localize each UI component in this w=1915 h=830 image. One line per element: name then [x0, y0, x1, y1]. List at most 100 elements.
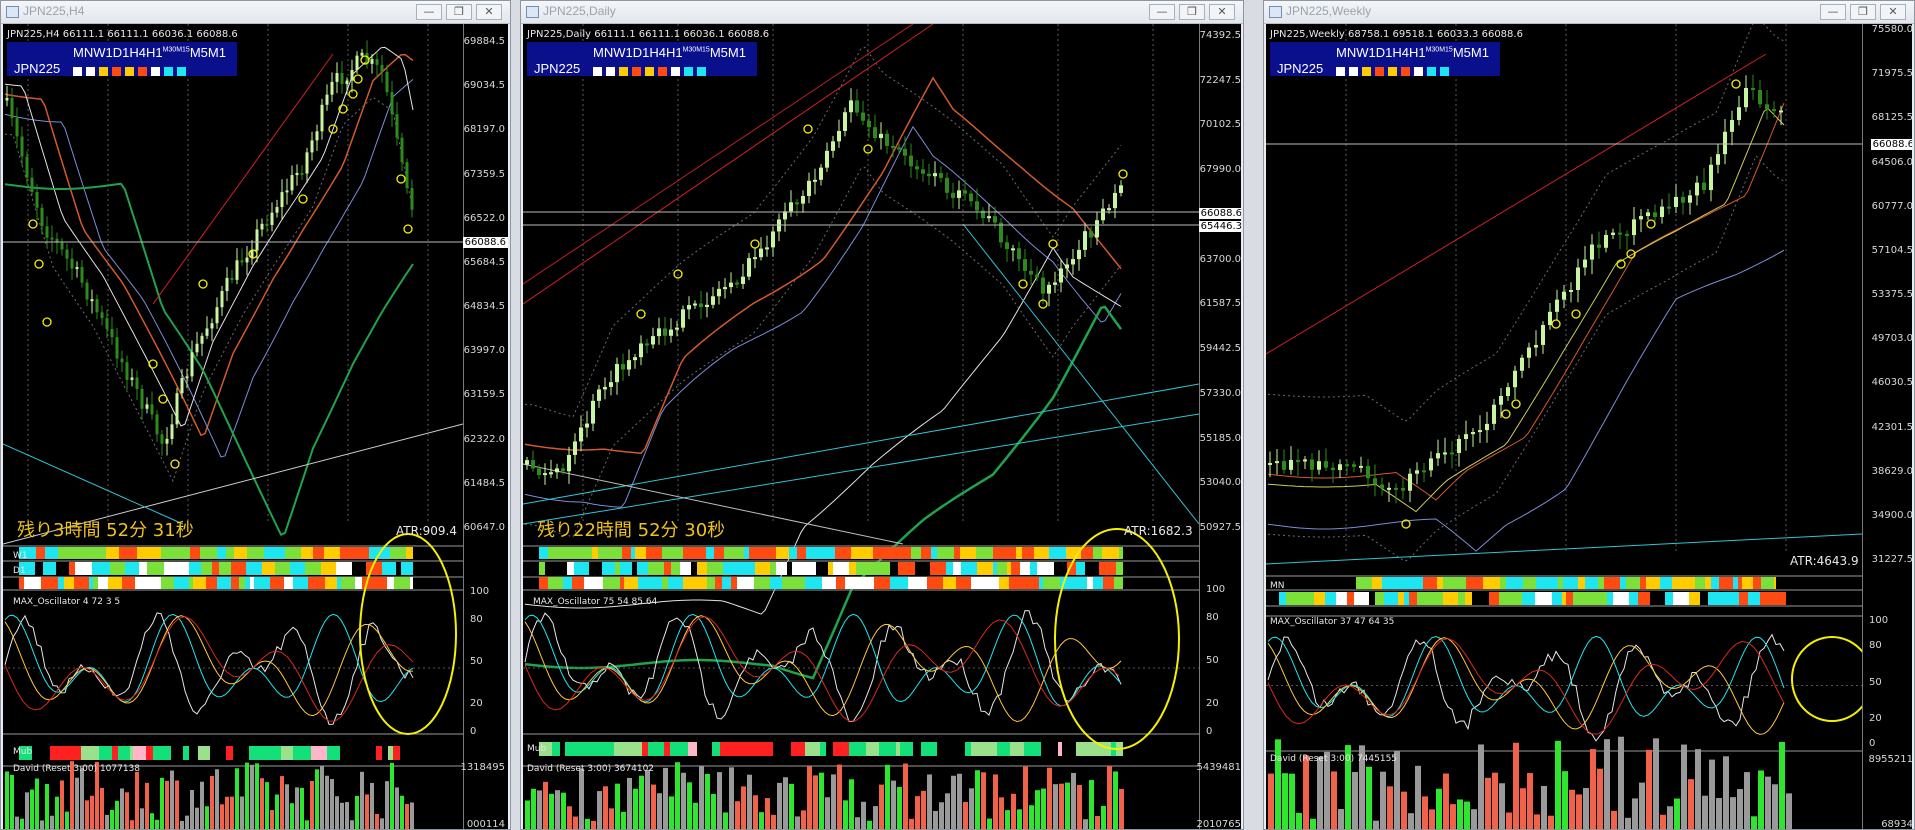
mub-strip-cell — [773, 742, 778, 756]
instrument-name: JPN225 — [14, 61, 61, 76]
candle-body — [1331, 467, 1335, 470]
candle-body — [1681, 196, 1685, 203]
candle-body — [210, 323, 214, 329]
candle-body — [130, 377, 134, 380]
volume-bar — [771, 814, 776, 829]
volume-bar — [1053, 784, 1058, 829]
candle-body — [390, 92, 394, 115]
price-plot[interactable] — [1266, 24, 1862, 829]
volume-bar — [1373, 820, 1379, 829]
minimize-button[interactable]: — — [1149, 4, 1175, 20]
trend-strip-cell — [1099, 562, 1116, 575]
trend-strip-cell — [691, 562, 697, 575]
volume-bar — [765, 798, 770, 829]
signal-marker — [1118, 169, 1128, 179]
trend-strip-cell — [341, 577, 355, 589]
trend-strip-cell — [212, 562, 219, 575]
trend-strip-cell — [1325, 592, 1336, 605]
timeframe-dot — [99, 67, 108, 76]
trend-strip-cell — [43, 562, 47, 575]
close-button[interactable]: ✕ — [476, 4, 502, 20]
trend-strip-cell — [35, 562, 43, 575]
maximize-button[interactable]: ❐ — [446, 4, 472, 20]
candle-body — [1471, 432, 1475, 435]
candle-body — [609, 382, 613, 387]
chart-window-daily[interactable]: JPN225,Daily — ❐ ✕ 74392.5 72247.5 70102.5… — [520, 0, 1244, 830]
trend-strip-cell — [620, 577, 624, 589]
minimize-button[interactable]: — — [1820, 4, 1846, 20]
chart-window-h4[interactable]: JPN225,H4 — ❐ ✕ 69884.5 69034.5 68197.0 673… — [0, 0, 511, 830]
volume-bar — [250, 764, 254, 829]
volume-bar — [1737, 789, 1743, 829]
maximize-button[interactable]: ❐ — [1179, 4, 1205, 20]
mub-strip-cell — [112, 746, 118, 760]
minimize-button[interactable]: — — [416, 4, 442, 20]
candle-body — [1450, 452, 1454, 455]
mub-label: Mub — [13, 747, 33, 757]
volume-bar — [1005, 810, 1010, 829]
price-tick-label: 60647.0 — [463, 522, 505, 533]
strip-label-mn: MN — [1270, 581, 1285, 591]
titlebar[interactable]: JPN225,Weekly — ❐ ✕ — [1264, 1, 1914, 24]
price-tick-label: 57330.0 — [1199, 387, 1241, 399]
trend-strip-cell — [362, 577, 377, 589]
mub-strip-cell — [198, 746, 210, 760]
volume-bar — [1029, 805, 1034, 829]
signal-marker — [803, 124, 813, 134]
candle-body — [140, 388, 144, 409]
instrument-name: JPN225 — [1277, 61, 1324, 76]
trend-strip-cell — [737, 577, 754, 589]
candle-body — [723, 287, 727, 290]
trend-strip-cell — [993, 547, 1009, 559]
timeframe-box: MNW1D1H4H1M30M15M5M1 JPN225 — [7, 42, 237, 76]
mub-strip-cell — [614, 742, 632, 756]
volume-bar — [285, 784, 289, 829]
maximize-button[interactable]: ❐ — [1850, 4, 1876, 20]
candle-body — [145, 404, 149, 409]
volume-bar — [85, 800, 89, 829]
trend-strip-cell — [849, 562, 856, 575]
titlebar[interactable]: JPN225,H4 — ❐ ✕ — [1, 1, 510, 24]
price-plot[interactable] — [523, 24, 1199, 829]
trend-strip-cell — [64, 577, 74, 589]
trend-strip-cell — [723, 562, 738, 575]
trend-strip-cell — [539, 547, 548, 559]
volume-bar — [60, 780, 64, 829]
titlebar[interactable]: JPN225,Daily — ❐ ✕ — [521, 1, 1243, 24]
chart-window-weekly[interactable]: JPN225,Weekly — ❐ ✕ 75580.0 71975.5 68125.… — [1263, 0, 1915, 830]
signal-marker — [396, 174, 406, 184]
volume-bar — [831, 774, 836, 829]
chart-area[interactable]: 75580.0 71975.5 68125.5 64506.0 60777.0 57104… — [1266, 24, 1912, 829]
price-plot[interactable] — [3, 24, 463, 829]
chart-area[interactable]: 69884.5 69034.5 68197.0 67359.5 66522.0 65684… — [3, 24, 508, 829]
mub-strip-cell — [826, 742, 833, 756]
oscillator-tick-label: 0 — [470, 726, 477, 737]
price-axis[interactable]: 69884.5 69034.5 68197.0 67359.5 66522.0 65684… — [460, 24, 508, 829]
volume-bar — [25, 792, 29, 829]
chart-area[interactable]: 74392.572247.570102.567990.065845.063700… — [523, 24, 1241, 829]
mub-strip-cell — [78, 746, 81, 760]
candle-body — [579, 427, 583, 442]
oscillator-tick-label: 100 — [1869, 615, 1889, 626]
volume-bar — [35, 778, 39, 829]
volume-bar — [927, 774, 932, 829]
volume-bar — [819, 772, 824, 829]
trend-strip-cell — [1500, 577, 1506, 589]
volume-bar — [360, 771, 364, 829]
candle-body — [295, 172, 299, 176]
close-button[interactable]: ✕ — [1880, 4, 1906, 20]
oscillator-tick-label: 100 — [1206, 584, 1226, 595]
volume-bar — [1520, 788, 1526, 829]
volume-bar — [1709, 759, 1715, 829]
strip-label-d1: D1 — [13, 566, 26, 576]
close-button[interactable]: ✕ — [1209, 4, 1235, 20]
price-axis[interactable]: 74392.572247.570102.567990.065845.063700… — [1196, 24, 1241, 829]
volume-bar — [549, 793, 554, 829]
trend-strip-cell — [217, 547, 226, 559]
price-axis[interactable]: 75580.0 71975.5 68125.5 64506.0 60777.0 57104… — [1862, 24, 1912, 829]
volume-bar — [1457, 799, 1463, 829]
david-label: David (Reset 3:00) 1077138 — [13, 764, 141, 774]
trend-strip-cell — [264, 547, 270, 559]
trend-strip-cell — [231, 562, 246, 575]
trend-strip-cell — [396, 562, 401, 575]
